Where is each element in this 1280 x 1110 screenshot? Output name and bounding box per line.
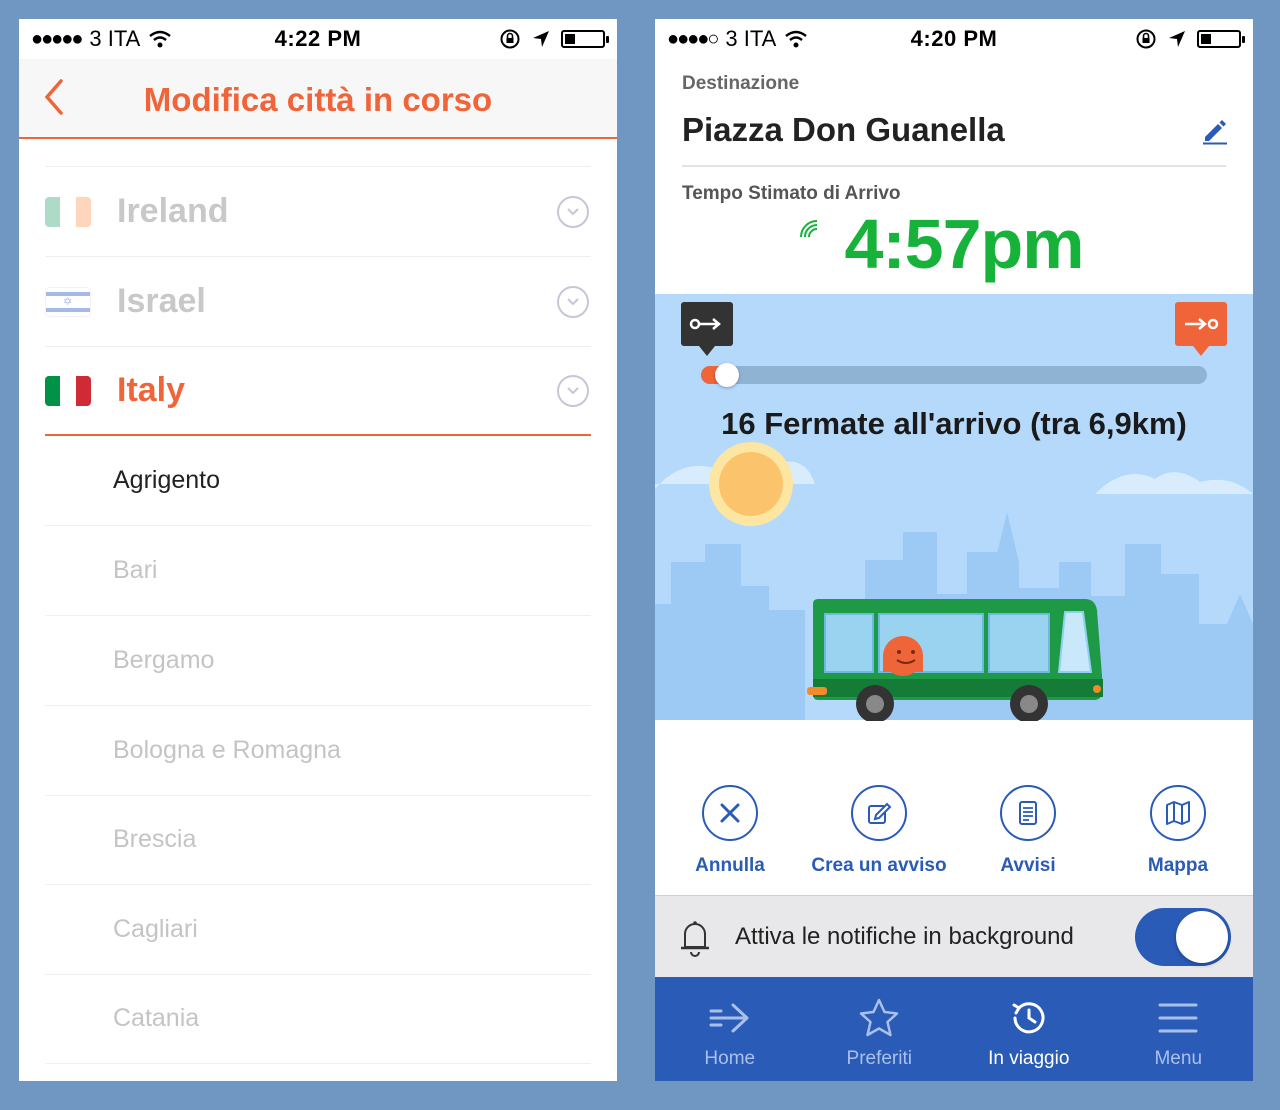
page-title: Modifica città in corso <box>143 81 493 118</box>
wifi-icon <box>149 30 172 48</box>
background-notifications-row: Attiva le notifiche in background <box>655 895 1253 977</box>
chevron-down-icon[interactable] <box>557 374 589 407</box>
left-phone-screen: ●●●●● 3 ITA 4:22 PM Modifica città in co… <box>19 19 617 1081</box>
alerts-label: Avvisi <box>1000 855 1056 876</box>
country-name: Israel <box>117 282 206 320</box>
destination-label: Destinazione <box>682 73 800 94</box>
tab-bar: Home Preferiti In viaggio Menu <box>655 977 1253 1081</box>
divider <box>682 165 1226 167</box>
cancel-label: Annulla <box>695 855 765 876</box>
map-icon <box>1166 801 1190 825</box>
city-item-agrigento[interactable]: Agrigento <box>45 436 591 526</box>
signal-strength: ●●●●● <box>31 27 83 50</box>
chevron-down-icon[interactable] <box>557 195 589 228</box>
map-label: Mappa <box>1147 855 1209 876</box>
tab-label: Menu <box>1154 1048 1203 1069</box>
israel-flag-icon: ✡ <box>45 286 91 317</box>
arrow-icon <box>709 1003 749 1033</box>
pencil-icon[interactable] <box>1201 117 1229 145</box>
battery-icon <box>561 30 609 48</box>
tab-home[interactable]: Home <box>655 977 805 1081</box>
bell-icon <box>681 920 709 957</box>
city-item-cagliari[interactable]: Cagliari <box>45 885 591 975</box>
country-row-israel[interactable]: ✡ Israel <box>45 256 591 346</box>
edit-alert-icon <box>868 802 892 824</box>
document-icon <box>1019 801 1037 825</box>
origin-stop-badge <box>681 302 733 356</box>
location-arrow-icon <box>1169 31 1185 47</box>
city-item-bologna[interactable]: Bologna e Romagna <box>45 706 591 796</box>
navigation-header: Modifica città in corso <box>19 59 617 139</box>
country-name: Ireland <box>117 192 229 230</box>
trip-illustration: 16 Fermate all'arrivo (tra 6,9km) <box>655 294 1253 721</box>
country-row-ireland[interactable]: Ireland <box>45 166 591 256</box>
carrier-name: 3 ITA <box>725 26 777 51</box>
status-bar: ●●●●● 3 ITA 4:22 PM <box>19 19 617 59</box>
map-button[interactable]: Mappa <box>1103 785 1253 877</box>
city-item-bari[interactable]: Bari <box>45 526 591 616</box>
create-alert-label: Crea un avviso <box>811 855 947 876</box>
country-row-italy[interactable]: Italy <box>45 346 591 436</box>
eta-container: 4:57pm <box>655 204 1253 284</box>
right-phone-screen: ●●●●○ 3 ITA 4:20 PM Destinazione Piazza … <box>655 19 1253 1081</box>
tab-favorites[interactable]: Preferiti <box>805 977 955 1081</box>
trip-progress-bar <box>701 363 1207 387</box>
city-item-catania[interactable]: Catania <box>45 974 591 1064</box>
city-item-brescia[interactable]: Brescia <box>45 795 591 885</box>
departure-icon <box>689 318 721 330</box>
location-arrow-icon <box>533 31 549 47</box>
ireland-flag-icon <box>45 196 91 227</box>
star-icon <box>860 998 899 1037</box>
progress-knob <box>715 363 740 387</box>
destination-stop-badge <box>1175 302 1227 356</box>
rotation-lock-icon <box>500 29 520 49</box>
eta-time: 4:57pm <box>844 205 1084 283</box>
tab-menu[interactable]: Menu <box>1104 977 1254 1081</box>
tab-label: Preferiti <box>846 1048 912 1069</box>
notifications-label: Attiva le notifiche in background <box>735 922 1074 950</box>
notifications-toggle[interactable] <box>1135 907 1231 966</box>
action-bar: Annulla Crea un avviso Avvisi Mappa <box>655 785 1253 895</box>
destination-name: Piazza Don Guanella <box>682 111 1005 148</box>
country-name: Italy <box>117 371 186 409</box>
wifi-icon <box>785 30 808 48</box>
hamburger-icon <box>1158 1003 1198 1033</box>
italy-flag-icon <box>45 375 91 406</box>
signal-strength: ●●●●○ <box>667 27 719 50</box>
stops-remaining-text: 16 Fermate all'arrivo (tra 6,9km) <box>721 406 1187 441</box>
cancel-button[interactable]: Annulla <box>655 785 805 877</box>
alerts-button[interactable]: Avvisi <box>953 785 1103 877</box>
create-alert-button[interactable]: Crea un avviso <box>804 785 954 877</box>
eta-label: Tempo Stimato di Arrivo <box>682 183 901 204</box>
battery-icon <box>1197 30 1245 48</box>
city-skyline-illustration <box>655 442 1253 721</box>
status-bar: ●●●●○ 3 ITA 4:20 PM <box>655 19 1253 59</box>
city-item-bergamo[interactable]: Bergamo <box>45 616 591 706</box>
carrier-name: 3 ITA <box>89 26 141 51</box>
tab-label: Home <box>704 1048 756 1069</box>
tab-label: In viaggio <box>988 1048 1070 1069</box>
rotation-lock-icon <box>1136 29 1156 49</box>
tab-in-transit[interactable]: In viaggio <box>954 977 1104 1081</box>
arrival-icon <box>1185 318 1219 330</box>
clock-icon <box>1012 1002 1045 1034</box>
close-icon <box>720 803 740 823</box>
chevron-down-icon[interactable] <box>557 285 589 318</box>
